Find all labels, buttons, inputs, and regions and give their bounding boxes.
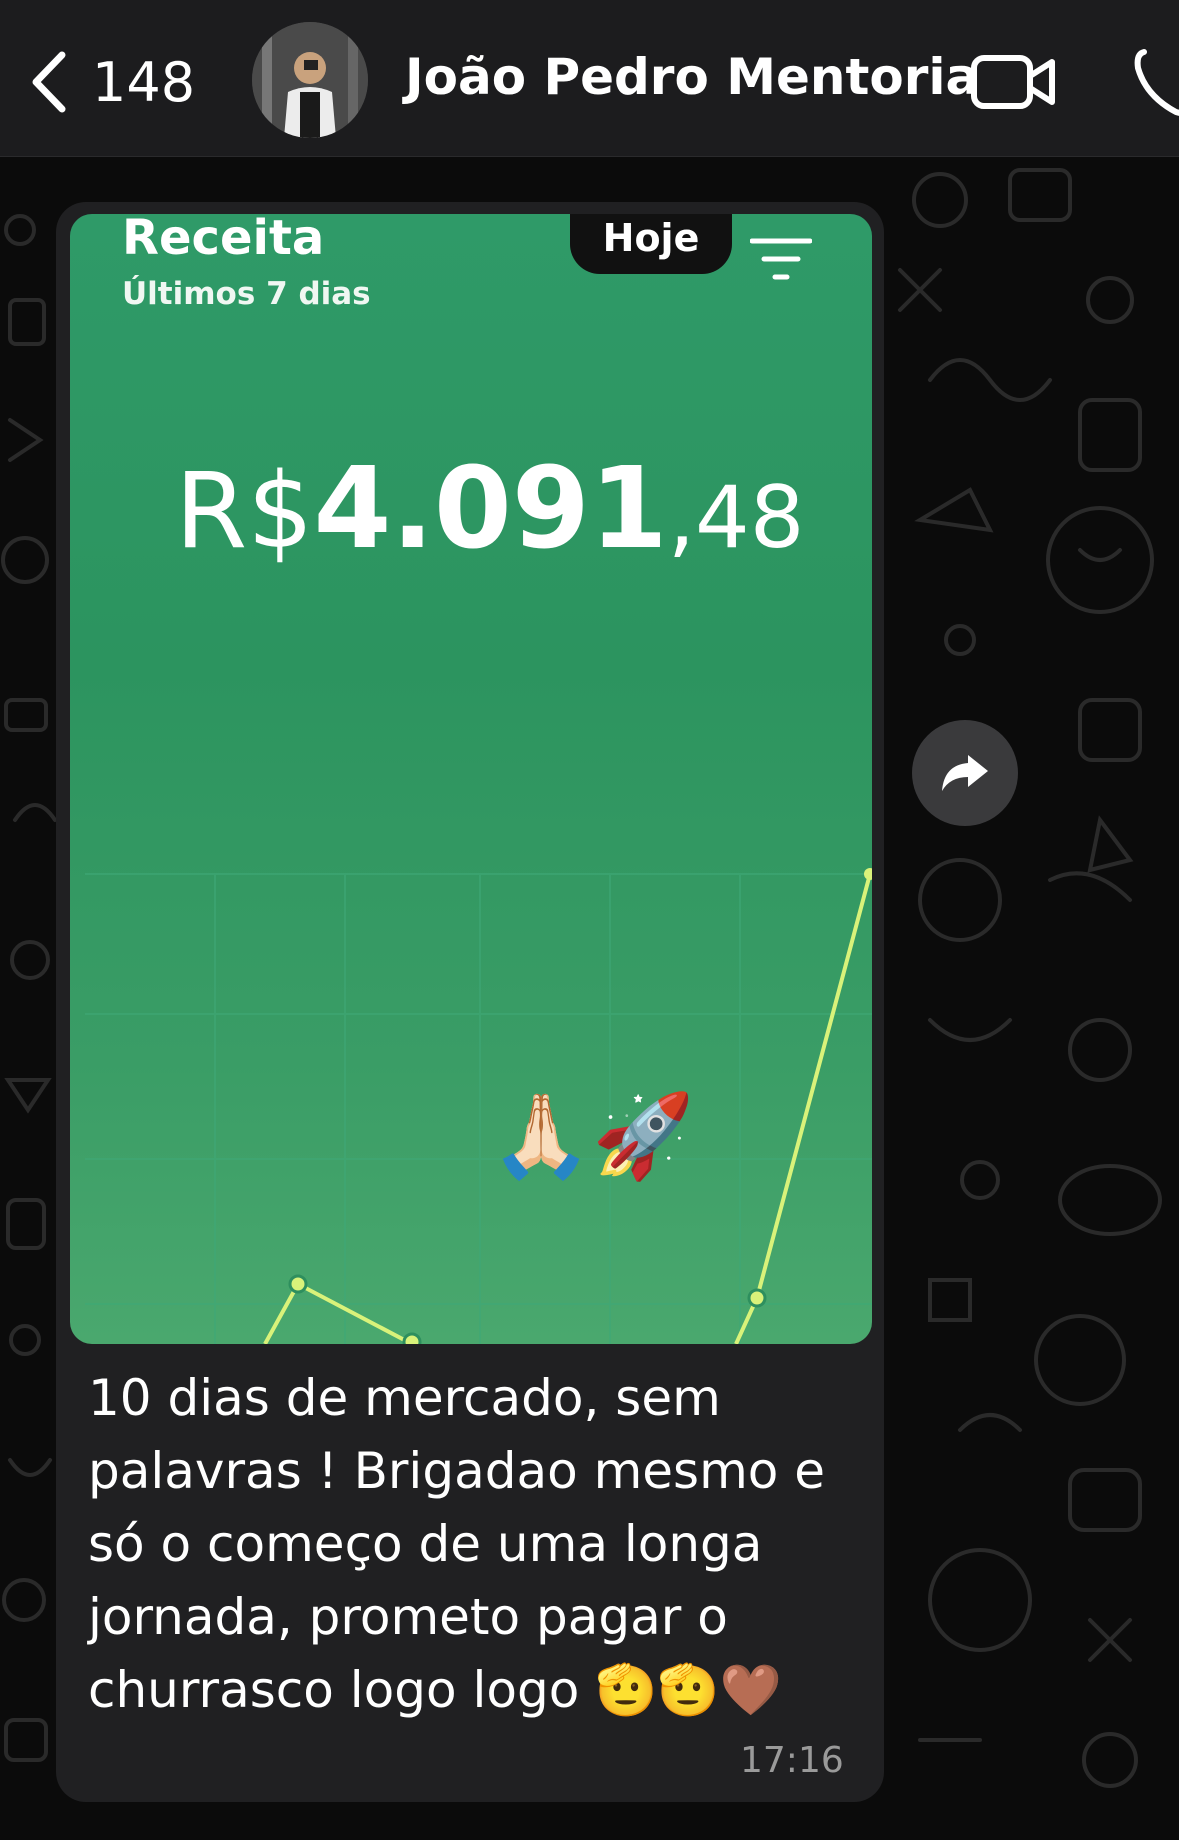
- contact-name[interactable]: João Pedro Mentoria: [405, 48, 979, 106]
- back-chevron-icon: [32, 51, 66, 113]
- revenue-period: Últimos 7 dias: [122, 276, 371, 312]
- phone-call-icon[interactable]: [1134, 46, 1179, 118]
- amount-currency: R$: [175, 450, 314, 572]
- revenue-chart: [85, 868, 872, 1344]
- message-image[interactable]: Receita Últimos 7 dias Hoje R$4.091,48 🙏…: [70, 214, 872, 1344]
- forward-arrow-icon: [942, 755, 988, 791]
- amount-decimal: ,48: [667, 468, 805, 568]
- revenue-amount: R$4.091,48: [175, 444, 804, 574]
- revenue-title: Receita: [122, 214, 325, 266]
- message-text: 10 dias de mercado, sem palavras ! Briga…: [88, 1369, 826, 1719]
- unread-count: 148: [92, 50, 196, 114]
- amount-integer: 4.091: [313, 444, 668, 574]
- back-button[interactable]: 148: [28, 46, 198, 118]
- person-photo-icon: [252, 22, 368, 138]
- video-call-icon[interactable]: [970, 54, 1056, 110]
- forward-button[interactable]: [912, 720, 1018, 826]
- message-time: 17:16: [740, 1740, 844, 1781]
- chat-header: 148 João Pedro Mentoria: [0, 0, 1179, 157]
- overlay-emojis: 🙏🏻🚀: [490, 1091, 695, 1182]
- avatar[interactable]: [252, 22, 368, 138]
- filter-icon: [750, 238, 812, 280]
- today-filter-button: Hoje: [570, 214, 732, 274]
